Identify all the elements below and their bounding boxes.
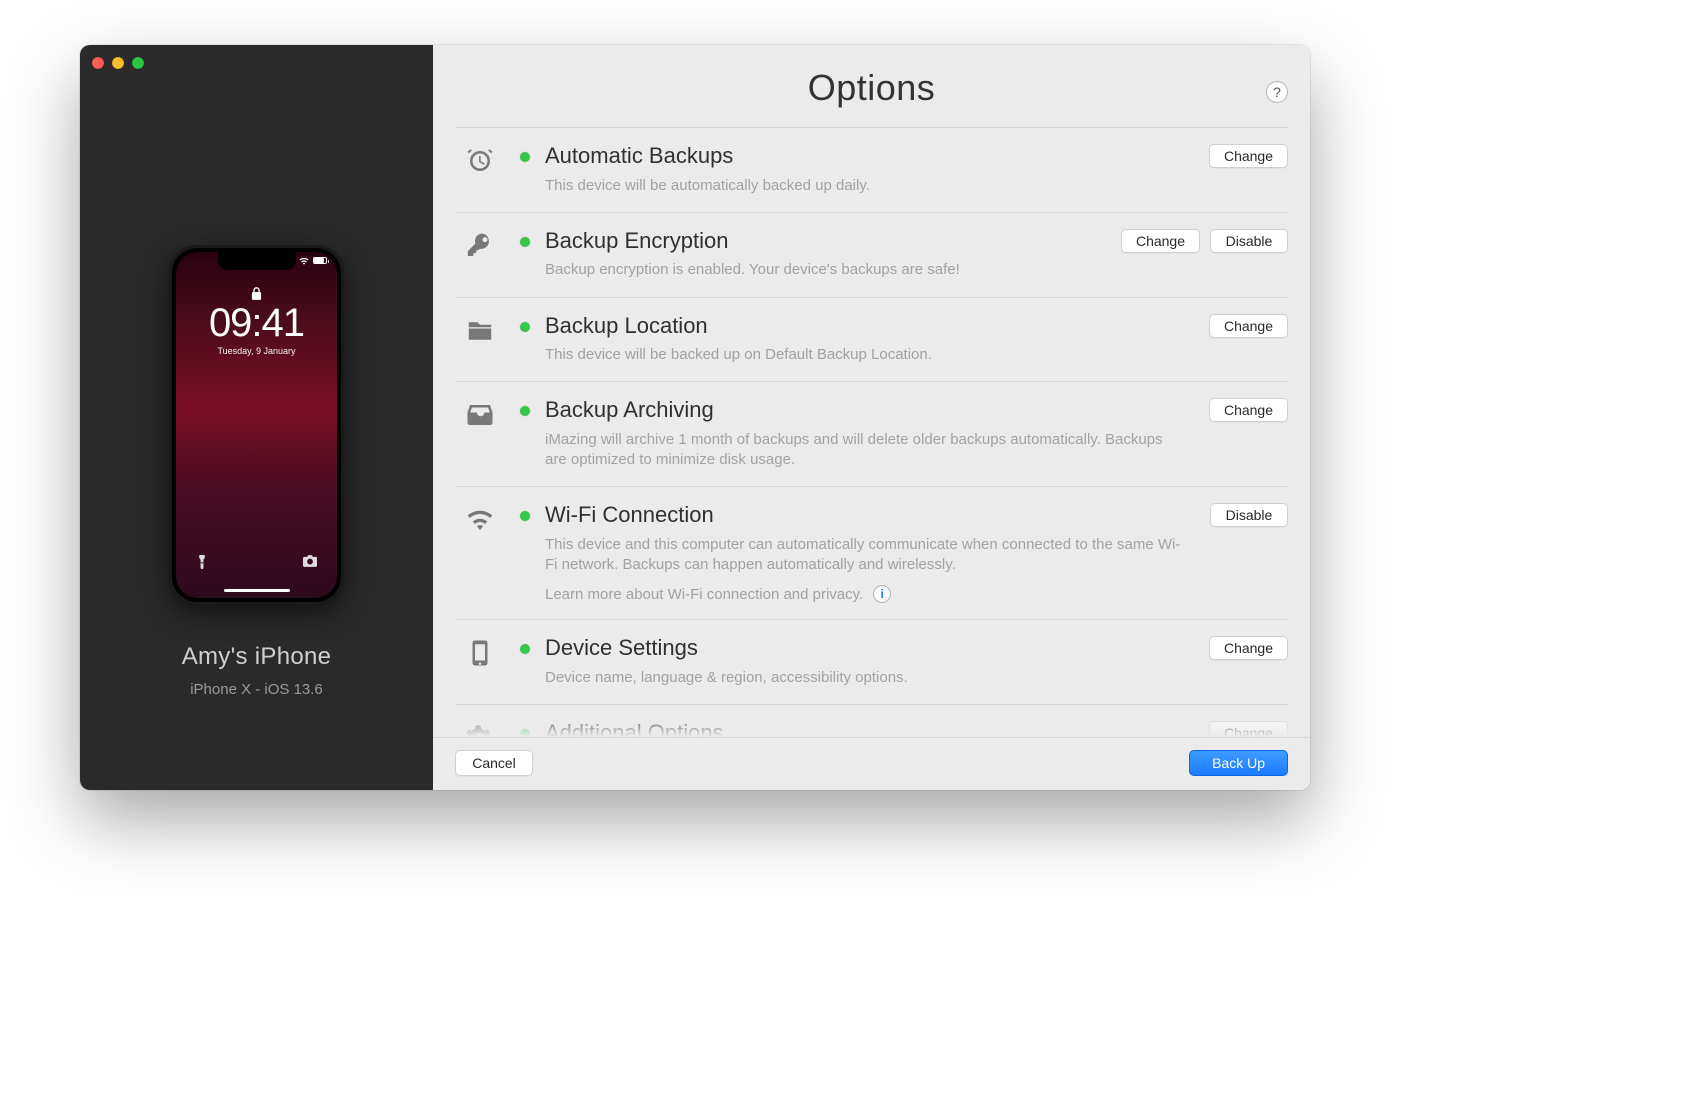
option-desc: This device will be automatically backed…: [545, 176, 1185, 196]
option-title: Backup Location: [545, 312, 1201, 340]
lockscreen-date: Tuesday, 9 January: [176, 346, 337, 356]
change-button[interactable]: Change: [1209, 144, 1288, 168]
wifi-icon: [299, 257, 309, 265]
change-button[interactable]: Change: [1121, 229, 1200, 253]
learn-more-link[interactable]: Learn more about Wi-Fi connection and pr…: [545, 586, 863, 603]
panel-header: Options ?: [433, 45, 1310, 127]
status-indicator: [513, 396, 537, 416]
options-list: Automatic Backups This device will be au…: [433, 127, 1310, 737]
wifi-icon: [455, 501, 505, 535]
lockscreen-info: 09:41 Tuesday, 9 January: [176, 287, 337, 356]
change-button[interactable]: Change: [1209, 636, 1288, 660]
device-preview: 09:41 Tuesday, 9 January: [169, 245, 344, 605]
home-indicator: [224, 589, 290, 592]
device-name: Amy's iPhone: [182, 643, 332, 671]
backup-button[interactable]: Back Up: [1189, 750, 1288, 776]
option-wifi-connection: Wi-Fi Connection This device and this co…: [455, 486, 1288, 619]
status-indicator: [513, 634, 537, 654]
device-sidebar: 09:41 Tuesday, 9 January Amy's iPhone iP…: [80, 45, 433, 790]
status-indicator: [513, 501, 537, 521]
option-title: Backup Archiving: [545, 396, 1201, 424]
folder-icon: [455, 312, 505, 346]
zoom-window-button[interactable]: [132, 57, 144, 69]
change-button[interactable]: Change: [1209, 721, 1288, 737]
option-backup-location: Backup Location This device will be back…: [455, 297, 1288, 382]
option-title: Wi-Fi Connection: [545, 501, 1202, 529]
page-title: Options: [433, 67, 1310, 109]
options-panel: Options ? Automatic Backups This device …: [433, 45, 1310, 790]
option-backup-archiving: Backup Archiving iMazing will archive 1 …: [455, 381, 1288, 486]
flashlight-icon: [196, 555, 208, 572]
panel-footer: Cancel Back Up: [433, 737, 1310, 790]
info-icon[interactable]: i: [873, 585, 891, 603]
option-desc: Backup encryption is enabled. Your devic…: [545, 260, 1113, 280]
option-device-settings: Device Settings Device name, language & …: [455, 619, 1288, 704]
option-additional-options: Additional Options Change: [455, 704, 1288, 737]
key-icon: [455, 227, 505, 261]
app-window: 09:41 Tuesday, 9 January Amy's iPhone iP…: [80, 45, 1310, 790]
option-title: Device Settings: [545, 634, 1201, 662]
option-desc: Device name, language & region, accessib…: [545, 668, 1185, 688]
phone-icon: [455, 634, 505, 668]
change-button[interactable]: Change: [1209, 314, 1288, 338]
alarm-clock-icon: [455, 142, 505, 176]
status-indicator: [513, 312, 537, 332]
option-title: Automatic Backups: [545, 142, 1201, 170]
option-desc: iMazing will archive 1 month of backups …: [545, 430, 1185, 471]
change-button[interactable]: Change: [1209, 398, 1288, 422]
help-button[interactable]: ?: [1266, 81, 1288, 103]
cancel-button[interactable]: Cancel: [455, 750, 533, 776]
lockscreen-time: 09:41: [176, 303, 337, 343]
disable-button[interactable]: Disable: [1210, 503, 1288, 527]
device-subtitle: iPhone X - iOS 13.6: [190, 681, 323, 698]
disable-button[interactable]: Disable: [1210, 229, 1288, 253]
gear-icon: [455, 719, 505, 737]
device-lockscreen: 09:41 Tuesday, 9 January: [176, 252, 337, 598]
close-window-button[interactable]: [92, 57, 104, 69]
battery-icon: [313, 257, 327, 264]
window-controls: [92, 57, 144, 69]
device-notch: [218, 252, 296, 270]
option-desc: This device will be backed up on Default…: [545, 345, 1185, 365]
camera-icon: [303, 555, 317, 572]
option-extra: Learn more about Wi-Fi connection and pr…: [545, 585, 1202, 603]
status-indicator: [513, 227, 537, 247]
option-title: Backup Encryption: [545, 227, 1113, 255]
lockscreen-shortcuts: [176, 555, 337, 572]
status-indicator: [513, 142, 537, 162]
option-title: Additional Options: [545, 719, 1201, 737]
option-backup-encryption: Backup Encryption Backup encryption is e…: [455, 212, 1288, 297]
minimize-window-button[interactable]: [112, 57, 124, 69]
option-desc: This device and this computer can automa…: [545, 535, 1185, 576]
option-automatic-backups: Automatic Backups This device will be au…: [455, 127, 1288, 212]
archive-tray-icon: [455, 396, 505, 430]
status-indicator: [513, 719, 537, 737]
